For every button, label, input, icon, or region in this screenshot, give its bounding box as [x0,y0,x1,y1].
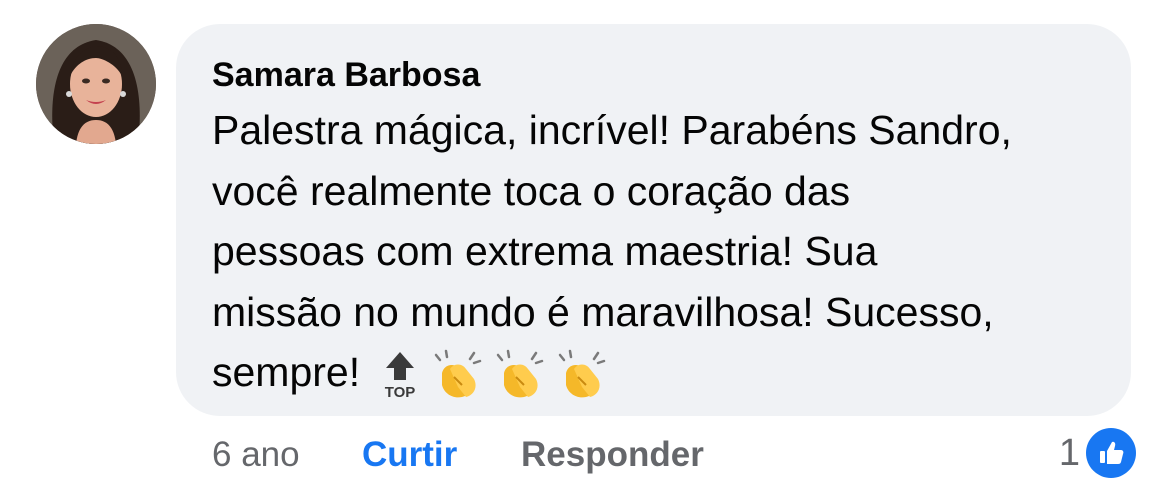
comment-text-line: missão no mundo é maravilhosa! Sucesso, [212,288,994,335]
clapping-hands-icon [428,349,484,418]
top-arrow-icon: TOP [378,350,422,417]
comment-text-line-last: sempre! TOP [212,342,1107,417]
avatar[interactable] [36,24,156,144]
like-icon [1086,428,1136,478]
avatar-photo-icon [36,24,156,144]
comment: Samara Barbosa Palestra mágica, incrível… [0,0,1170,504]
comment-text-fragment: sempre! [212,349,361,395]
comment-author[interactable]: Samara Barbosa [212,52,1101,98]
like-button[interactable]: Curtir [362,430,457,480]
comment-bubble: Samara Barbosa Palestra mágica, incrível… [176,24,1131,416]
comment-text-line: pessoas com extrema maestria! Sua [212,228,878,274]
reaction-summary[interactable]: 1 [1059,428,1136,478]
emoji-row: TOP [378,349,614,418]
comment-text: Palestra mágica, incrível! Parabéns Sand… [212,100,1107,417]
top-emoji-label: TOP [385,384,416,400]
comment-text-line: Palestra mágica, incrível! Parabéns Sand… [212,107,1012,153]
comment-timestamp[interactable]: 6 ano [212,430,300,480]
reply-button[interactable]: Responder [521,430,704,480]
clapping-hands-icon [552,349,608,418]
reaction-count: 1 [1058,431,1080,474]
clapping-hands-icon [490,349,546,418]
comment-text-line: você realmente toca o coração das [212,167,851,214]
